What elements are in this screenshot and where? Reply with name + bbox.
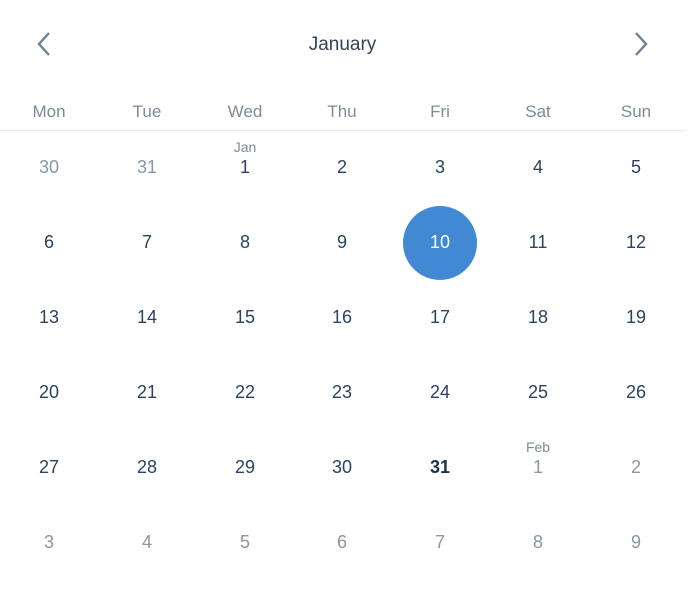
day-number: 5 — [630, 157, 641, 177]
day-cell[interactable]: 5 — [207, 506, 283, 581]
weekday-sun: Sun — [620, 102, 652, 121]
day-number: 12 — [625, 232, 647, 252]
day-number: 22 — [234, 382, 256, 402]
day-number: 8 — [532, 532, 543, 552]
day-number: 10 — [429, 232, 451, 252]
day-number: 5 — [239, 532, 250, 552]
day-cell[interactable]: 26 — [598, 356, 674, 431]
day-cell[interactable]: 25 — [500, 356, 576, 431]
day-number: 15 — [234, 307, 256, 327]
day-cell[interactable]: 28 — [109, 431, 185, 506]
day-cell[interactable]: 5 — [598, 131, 674, 206]
day-cell[interactable]: 7 — [402, 506, 478, 581]
day-cell[interactable]: 18 — [500, 281, 576, 356]
day-cell[interactable]: 29 — [207, 431, 283, 506]
day-number: 9 — [336, 232, 347, 252]
day-cell[interactable]: 16 — [304, 281, 380, 356]
day-cell-selected[interactable]: 10 — [402, 206, 478, 281]
calendar-header: January — [0, 0, 685, 90]
day-number: 31 — [429, 457, 451, 477]
day-number: 29 — [234, 457, 256, 477]
weekday-sat: Sat — [525, 102, 551, 121]
day-number: 7 — [141, 232, 152, 252]
month-start-label: Jan — [233, 139, 257, 155]
day-number: 1 — [239, 157, 250, 177]
day-cell[interactable]: 6 — [304, 506, 380, 581]
weekday-thu: Thu — [327, 102, 357, 121]
day-number: 24 — [429, 382, 451, 402]
day-cell[interactable]: 6 — [11, 206, 87, 281]
day-number: 4 — [532, 157, 543, 177]
month-start-label: Feb — [525, 439, 551, 455]
day-number: 31 — [136, 157, 158, 177]
day-cell[interactable]: 2 — [598, 431, 674, 506]
day-number: 14 — [136, 307, 158, 327]
day-number: 20 — [38, 382, 60, 402]
day-cell[interactable]: 11 — [500, 206, 576, 281]
day-number: 2 — [630, 457, 641, 477]
day-cell[interactable]: 19 — [598, 281, 674, 356]
day-number: 6 — [336, 532, 347, 552]
day-cell[interactable]: Feb 1 — [500, 431, 576, 506]
day-number: 8 — [239, 232, 250, 252]
day-cell[interactable]: 24 — [402, 356, 478, 431]
day-cell[interactable]: 4 — [109, 506, 185, 581]
day-number: 13 — [38, 307, 60, 327]
day-number: 3 — [434, 157, 445, 177]
day-cell[interactable]: 2 — [304, 131, 380, 206]
day-number: 3 — [43, 532, 54, 552]
month-title[interactable]: January — [0, 34, 685, 56]
day-number: 16 — [331, 307, 353, 327]
day-cell[interactable]: 14 — [109, 281, 185, 356]
day-cell[interactable]: 8 — [207, 206, 283, 281]
day-number: 9 — [630, 532, 641, 552]
day-cell[interactable]: 17 — [402, 281, 478, 356]
day-number: 30 — [38, 157, 60, 177]
day-number: 7 — [434, 532, 445, 552]
day-number: 26 — [625, 382, 647, 402]
day-cell[interactable]: 3 — [11, 506, 87, 581]
day-cell[interactable]: 9 — [304, 206, 380, 281]
day-number: 21 — [136, 382, 158, 402]
day-number: 17 — [429, 307, 451, 327]
day-cell[interactable]: Jan 1 — [207, 131, 283, 206]
day-number: 6 — [43, 232, 54, 252]
chevron-right-icon — [635, 32, 648, 56]
day-cell[interactable]: 15 — [207, 281, 283, 356]
weekday-fri: Fri — [430, 102, 450, 121]
day-number: 27 — [38, 457, 60, 477]
day-number: 11 — [528, 232, 548, 252]
day-number: 1 — [532, 457, 543, 477]
day-cell[interactable]: 31 — [109, 131, 185, 206]
day-number: 28 — [136, 457, 158, 477]
weekday-wed: Wed — [227, 102, 263, 121]
day-cell[interactable]: 30 — [304, 431, 380, 506]
day-cell[interactable]: 7 — [109, 206, 185, 281]
day-number: 23 — [331, 382, 353, 402]
day-cell[interactable]: 20 — [11, 356, 87, 431]
weekday-mon: Mon — [32, 102, 66, 121]
day-cell[interactable]: 30 — [11, 131, 87, 206]
day-cell[interactable]: 8 — [500, 506, 576, 581]
day-number: 25 — [527, 382, 549, 402]
day-cell-today[interactable]: 31 — [402, 431, 478, 506]
weekday-header-row: Mon Tue Wed Thu Fri Sat Sun — [0, 98, 685, 131]
day-cell[interactable]: 12 — [598, 206, 674, 281]
day-cell[interactable]: 4 — [500, 131, 576, 206]
day-number: 4 — [141, 532, 152, 552]
next-month-button[interactable] — [623, 26, 659, 62]
day-number: 30 — [331, 457, 353, 477]
day-cell[interactable]: 23 — [304, 356, 380, 431]
day-number: 2 — [336, 157, 347, 177]
day-cell[interactable]: 3 — [402, 131, 478, 206]
day-number: 18 — [527, 307, 549, 327]
day-cell[interactable]: 13 — [11, 281, 87, 356]
day-cell[interactable]: 27 — [11, 431, 87, 506]
day-number: 19 — [625, 307, 647, 327]
day-cell[interactable]: 21 — [109, 356, 185, 431]
day-cell[interactable]: 9 — [598, 506, 674, 581]
weekday-tue: Tue — [132, 102, 162, 121]
day-cell[interactable]: 22 — [207, 356, 283, 431]
